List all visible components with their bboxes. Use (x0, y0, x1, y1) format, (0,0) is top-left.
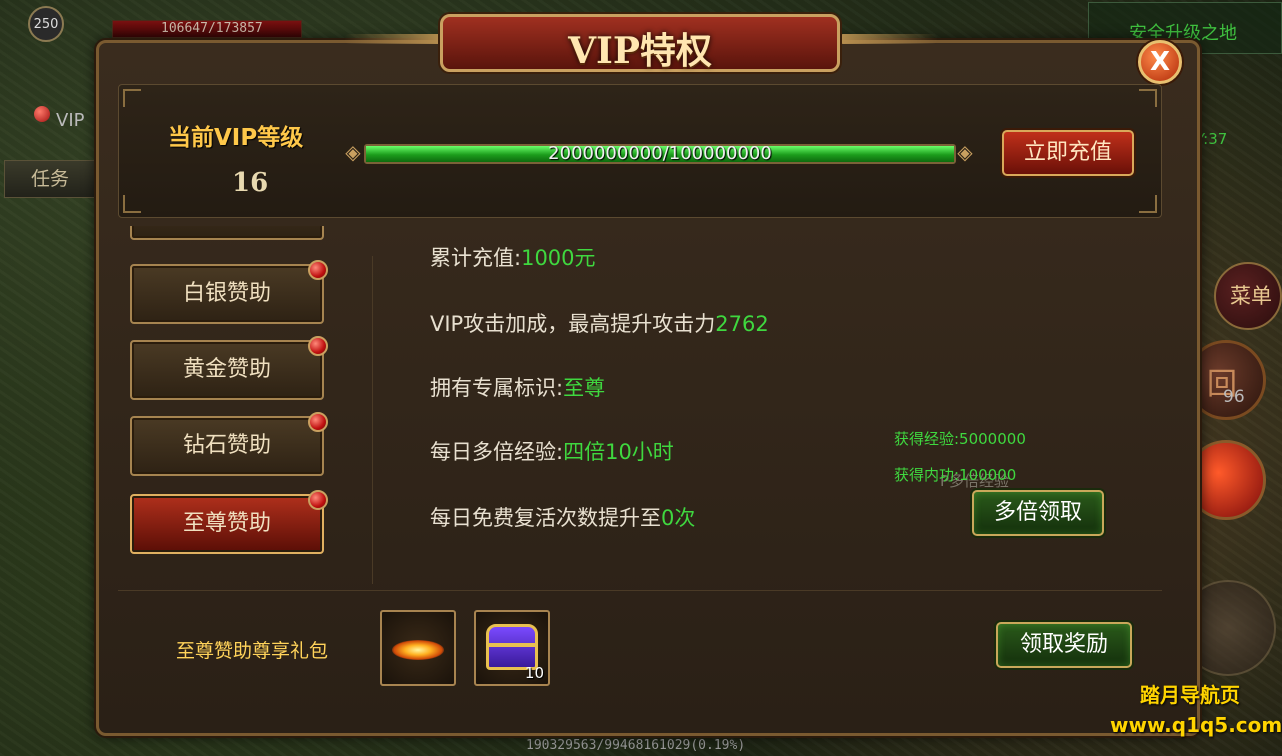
menu-button[interactable]: 菜单 (1214, 262, 1282, 330)
hud-vip-label[interactable]: VIP (56, 110, 84, 131)
player-level-badge: 250 (28, 6, 64, 42)
badge-label: 拥有专属标识: (430, 376, 564, 400)
revive-value: 0次 (661, 506, 696, 530)
red-dot-icon (308, 336, 328, 356)
revive-line: 每日免费复活次数提升至0次 (430, 502, 695, 532)
vip-level-label: 当前VIP等级 (168, 125, 304, 151)
corner-ornament-icon (123, 195, 141, 213)
corner-ornament-icon (1139, 195, 1157, 213)
tab-supreme[interactable]: 至尊赞助 (130, 490, 328, 554)
close-icon: X (1149, 47, 1171, 77)
gift-pack-label: 至尊赞助尊享礼包 (176, 640, 329, 662)
multi-exp-value: 四倍10小时 (563, 440, 674, 464)
tab-label: 黄金赞助 (182, 357, 271, 382)
watermark-line1: 踏月导航页 (1140, 683, 1240, 707)
red-dot-icon (308, 260, 328, 280)
tab-gold[interactable]: 黄金赞助 (130, 336, 328, 400)
vip-progress-text: 2000000000/100000000 (548, 143, 772, 164)
gain-exp-text: 获得经验:5000000 (894, 430, 1026, 448)
red-dot-icon (308, 412, 328, 432)
tab-label: 钻石赞助 (182, 433, 271, 458)
experience-readout: 190329563/99468161029(0.19%) (526, 738, 746, 753)
recharge-button[interactable]: 立即充值 (1002, 130, 1134, 176)
claim-reward-button[interactable]: 领取奖励 (996, 622, 1132, 668)
gain-inner-text: 获得内功:100000 (894, 466, 1017, 484)
tab-label: 至尊赞助 (182, 511, 271, 536)
item-slot[interactable]: 10 (474, 610, 550, 686)
total-recharge-line: 累计充值:1000元 (430, 242, 596, 272)
multi-exp-label: 每日多倍经验: (430, 440, 564, 464)
bar-cap-left-icon: ◈ (345, 140, 361, 164)
vip-level-value: 16 (232, 168, 269, 198)
horizontal-divider (118, 590, 1162, 591)
tab-partial[interactable] (130, 226, 324, 240)
tab-silver[interactable]: 白银赞助 (130, 260, 328, 324)
notification-dot-icon (34, 106, 50, 122)
attack-bonus-value: 2762 (715, 312, 769, 336)
site-watermark: 踏月导航页 www.q1q5.com (1110, 680, 1282, 740)
total-recharge-value: 1000元 (521, 246, 596, 270)
coordinate-readout: Y:37 (1196, 130, 1228, 148)
corner-ornament-icon (1139, 89, 1157, 107)
sponsor-tab-list[interactable]: 白银赞助 黄金赞助 钻石赞助 至尊赞助 (118, 226, 368, 588)
dialog-title: VIP特权 (568, 30, 712, 72)
red-dot-icon (308, 490, 328, 510)
multi-claim-button[interactable]: 多倍领取 (972, 490, 1104, 536)
corner-ornament-icon (123, 89, 141, 107)
title-ornament-right (838, 34, 938, 44)
close-button[interactable]: X (1138, 40, 1182, 84)
watermark-line2: www.q1q5.com (1110, 713, 1282, 737)
title-ornament-left (344, 34, 444, 44)
attack-bonus-line: VIP攻击加成，最高提升攻击力2762 (430, 308, 769, 338)
attack-bonus-label: VIP攻击加成，最高提升攻击力 (430, 312, 716, 336)
item-slot[interactable] (380, 610, 456, 686)
task-button[interactable]: 任务 (4, 160, 108, 198)
revive-label: 每日免费复活次数提升至 (430, 506, 661, 530)
total-recharge-label: 累计充值: (430, 246, 522, 270)
item-count: 10 (524, 664, 544, 682)
tab-label: 白银赞助 (182, 281, 271, 306)
multi-exp-line: 每日多倍经验:四倍10小时 (430, 436, 674, 466)
badge-line: 拥有专属标识:至尊 (430, 372, 605, 402)
flame-item-icon (392, 640, 444, 660)
vertical-divider (372, 256, 373, 584)
skill-count: 96 (1223, 387, 1245, 407)
badge-value: 至尊 (563, 376, 606, 400)
tab-diamond[interactable]: 钻石赞助 (130, 412, 328, 476)
hp-bar: 106647/173857 (112, 20, 302, 38)
